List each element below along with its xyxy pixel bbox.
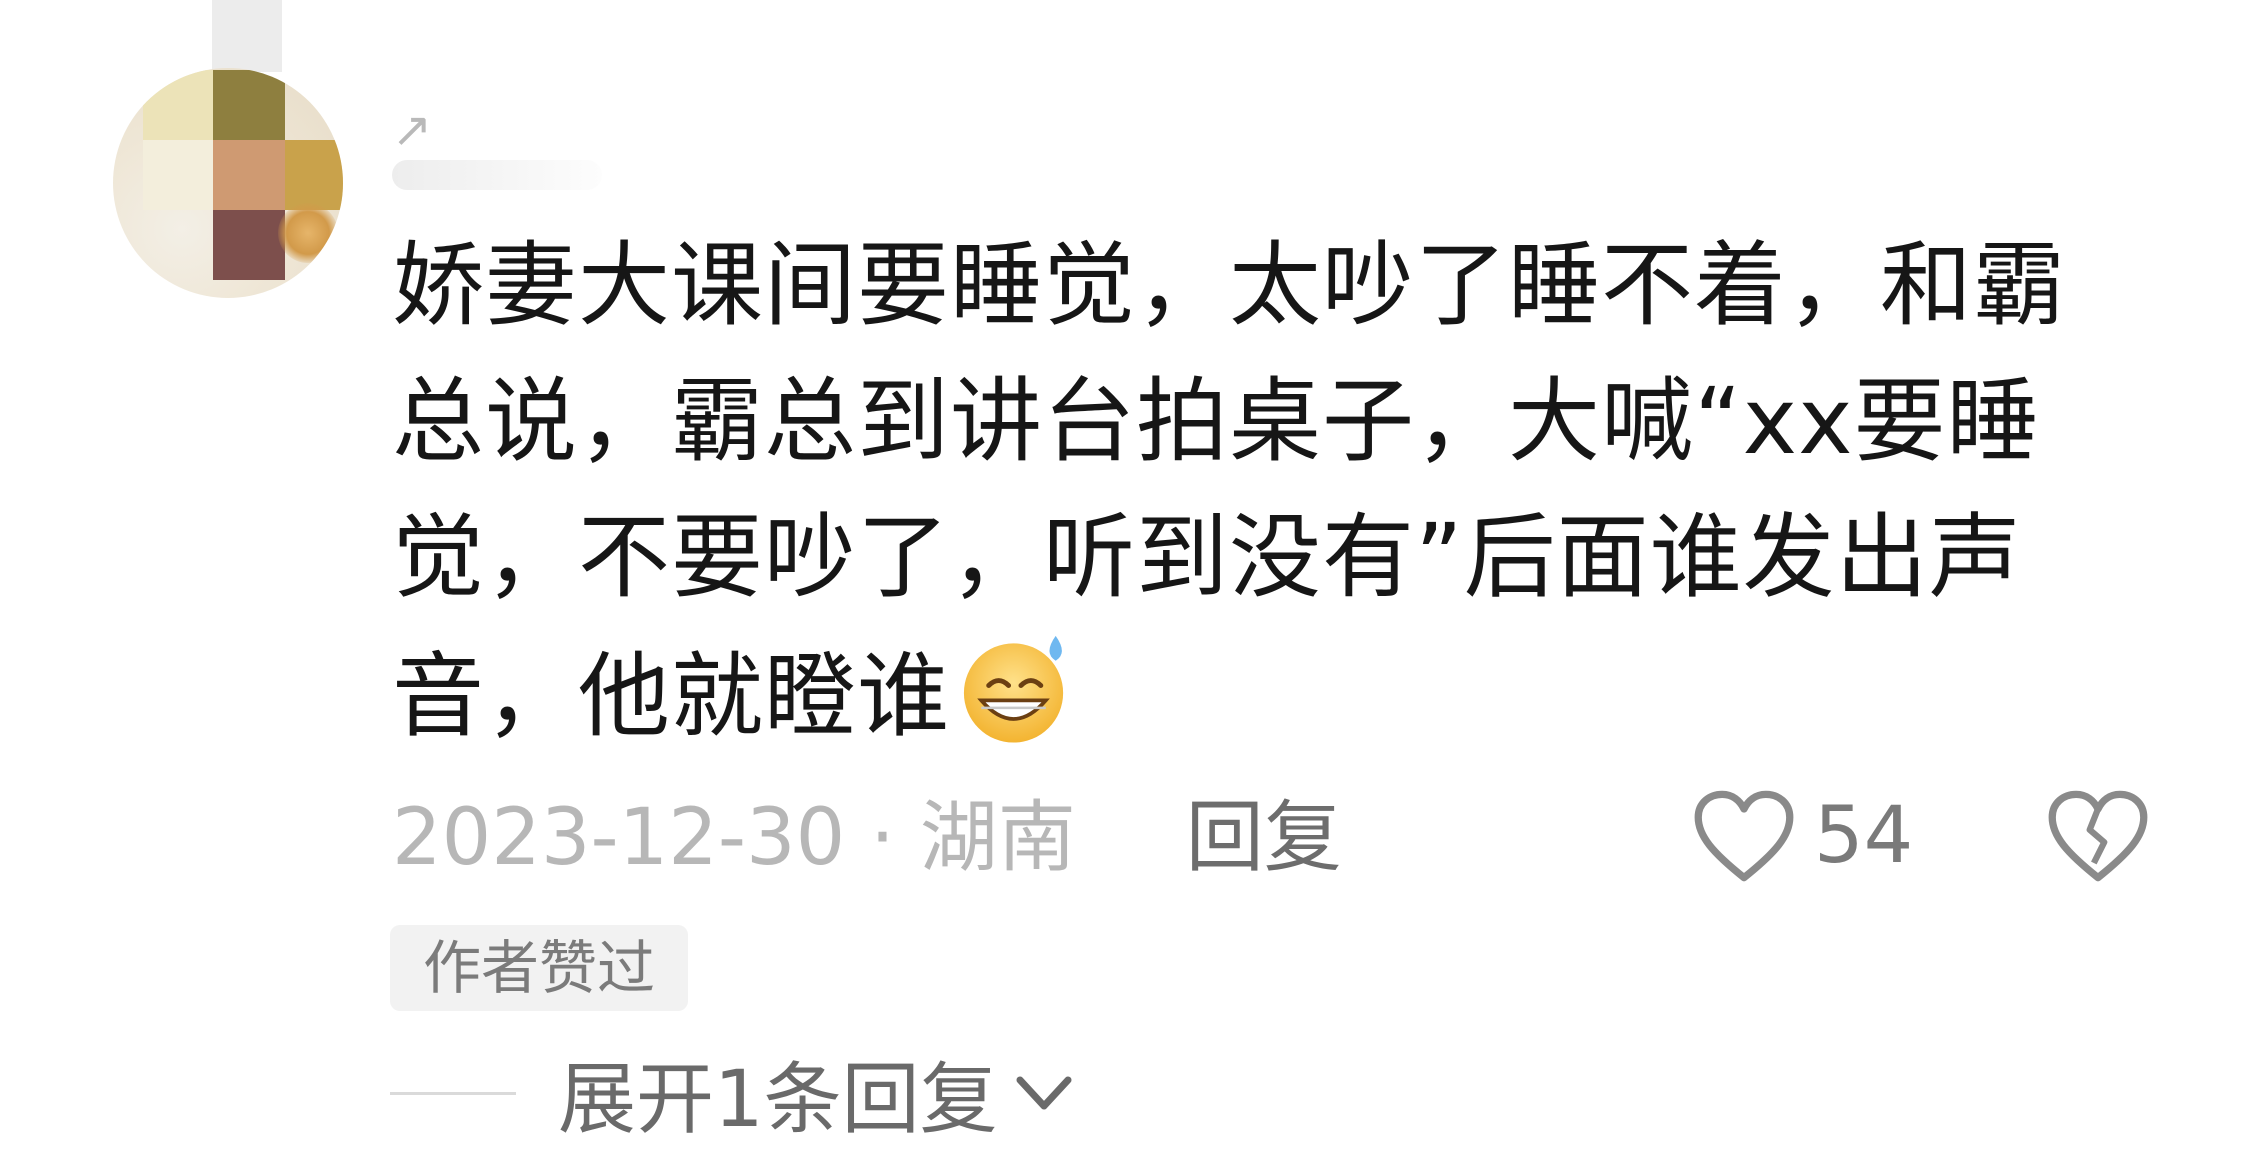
comment-line-text: 音，他就瞪谁 [392, 643, 951, 750]
avatar-pixel [213, 70, 285, 140]
comment-line-last: 音，他就瞪谁 [392, 626, 2092, 765]
avatar-decoration [212, 0, 282, 72]
expand-replies-label: 展开1条回复 [558, 1055, 998, 1145]
username[interactable]: ↗ [392, 106, 652, 190]
avatar-pixel [143, 70, 215, 140]
avatar-flower [278, 203, 338, 263]
heart-icon [1694, 790, 1794, 882]
avatar-pixel [213, 140, 285, 210]
like-button[interactable]: 54 [1692, 786, 1913, 886]
meta-separator: · [845, 793, 920, 883]
comment-line: 娇妻大课间要睡觉，太吵了睡不着，和霸 [392, 232, 2067, 339]
divider-line [390, 1091, 516, 1095]
broken-heart-icon[interactable] [2046, 786, 2150, 886]
chevron-down-icon [1016, 1076, 1072, 1110]
avatar-pixel [143, 140, 215, 210]
username-blur [392, 160, 602, 190]
username-text: ↗ [392, 102, 433, 158]
avatar[interactable] [113, 68, 343, 298]
comment-meta: 2023-12-30 · 湖南 回复 [392, 790, 1342, 886]
comment-item: ↗ 娇妻大课间要睡觉，太吵了睡不着，和霸 总说，霸总到讲台拍桌子，大喊“xx要睡… [0, 0, 2257, 1160]
avatar-pixel [285, 140, 343, 210]
comment-date: 2023-12-30 [392, 793, 846, 883]
comment-line: 总说，霸总到讲台拍桌子，大喊“xx要睡 [392, 368, 2040, 475]
expand-replies-button[interactable]: 展开1条回复 [390, 1045, 1076, 1145]
reply-button[interactable]: 回复 [1186, 793, 1342, 883]
avatar-pixel [213, 210, 285, 280]
comment-text: 娇妻大课间要睡觉，太吵了睡不着，和霸 总说，霸总到讲台拍桌子，大喊“xx要睡 觉… [392, 218, 2092, 765]
comment-location: 湖南 [919, 793, 1076, 883]
author-liked-badge: 作者赞过 [390, 925, 688, 1011]
like-count: 54 [1814, 791, 1914, 881]
comment-line: 觉，不要吵了，听到没有”后面谁发出声 [392, 504, 2022, 611]
grinning-sweat-emoji-icon [963, 635, 1064, 743]
